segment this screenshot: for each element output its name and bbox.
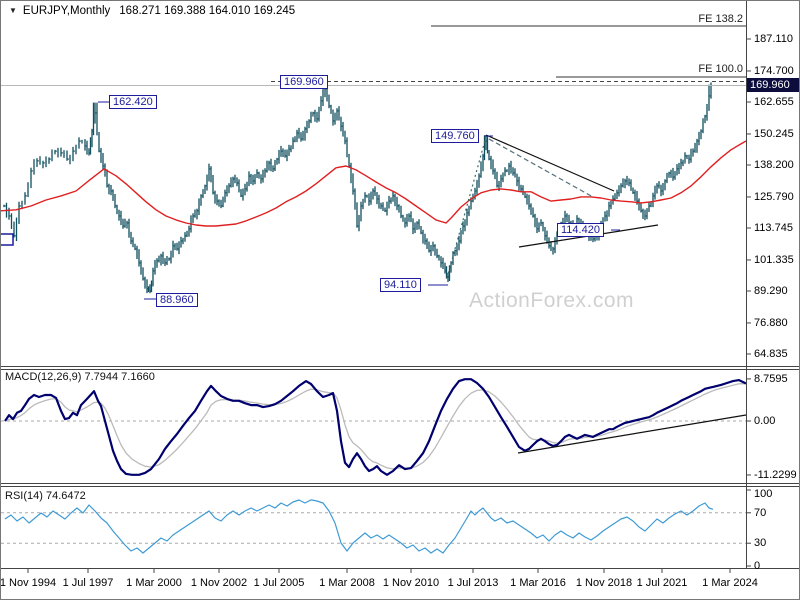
fib-extension-138-label: FE 138.2 <box>698 13 743 25</box>
macd-tick-label: 8.7595 <box>754 372 788 385</box>
rsi-indicator-label: RSI(14) 74.6472 <box>5 490 86 502</box>
y-axis-tick-label: 138.200 <box>754 158 794 171</box>
macd-tick-label: -11.2299 <box>754 468 797 481</box>
fib-extension-100-label: FE 100.0 <box>698 63 743 75</box>
price-tag-114[interactable]: 114.420 <box>557 223 604 237</box>
chart-window: ▼ EURJPY,Monthly 168.271 169.388 164.010 1… <box>0 0 800 600</box>
rsi-tick-label: 100 <box>754 488 773 500</box>
y-axis-tick-label: 150.245 <box>754 127 794 140</box>
chart-title: ▼ EURJPY,Monthly 168.271 169.388 164.010 1… <box>9 5 295 17</box>
y-axis-tick-label: 64.835 <box>754 347 788 360</box>
last-price-axis-label: 169.960 <box>747 78 799 93</box>
price-chart-area[interactable] <box>1 1 746 366</box>
price-tag-94[interactable]: 94.110 <box>380 278 421 292</box>
price-tag-169[interactable]: 169.960 <box>280 75 328 89</box>
x-axis-tick-label: 1 Mar 2024 <box>702 577 758 589</box>
rsi-tick-label: 0 <box>754 560 761 572</box>
y-axis-tick-label: 187.110 <box>754 33 793 45</box>
rsi-chart-area[interactable] <box>1 487 746 568</box>
y-axis-tick-label: 125.790 <box>754 190 794 203</box>
ohlc-values: 168.271 169.388 164.010 169.245 <box>119 5 296 17</box>
price-tag-149[interactable]: 149.760 <box>431 129 479 143</box>
y-axis-tick-label: 89.290 <box>754 284 788 297</box>
y-axis-tick-label: 113.745 <box>754 221 793 234</box>
chart-svg <box>1 1 799 573</box>
rsi-tick-label: 70 <box>754 506 767 519</box>
watermark: ActionForex.com <box>469 289 635 312</box>
macd-indicator-label: MACD(12,26,9) 7.7944 7.1660 <box>5 371 155 383</box>
y-axis-tick-label: 101.335 <box>754 253 794 266</box>
y-axis-tick-label: 76.880 <box>754 316 788 329</box>
y-axis-tick-label: 174.700 <box>754 64 794 77</box>
macd-tick-label: 0.00 <box>754 415 776 427</box>
price-tag-162[interactable]: 162.420 <box>109 95 157 109</box>
symbol-label: EURJPY,Monthly <box>22 5 111 17</box>
symbol-dropdown-icon[interactable]: ▼ <box>9 6 17 15</box>
y-axis-tick-label: 162.655 <box>754 95 794 108</box>
rsi-tick-label: 30 <box>754 537 767 550</box>
price-tag-88[interactable]: 88.960 <box>156 293 198 307</box>
